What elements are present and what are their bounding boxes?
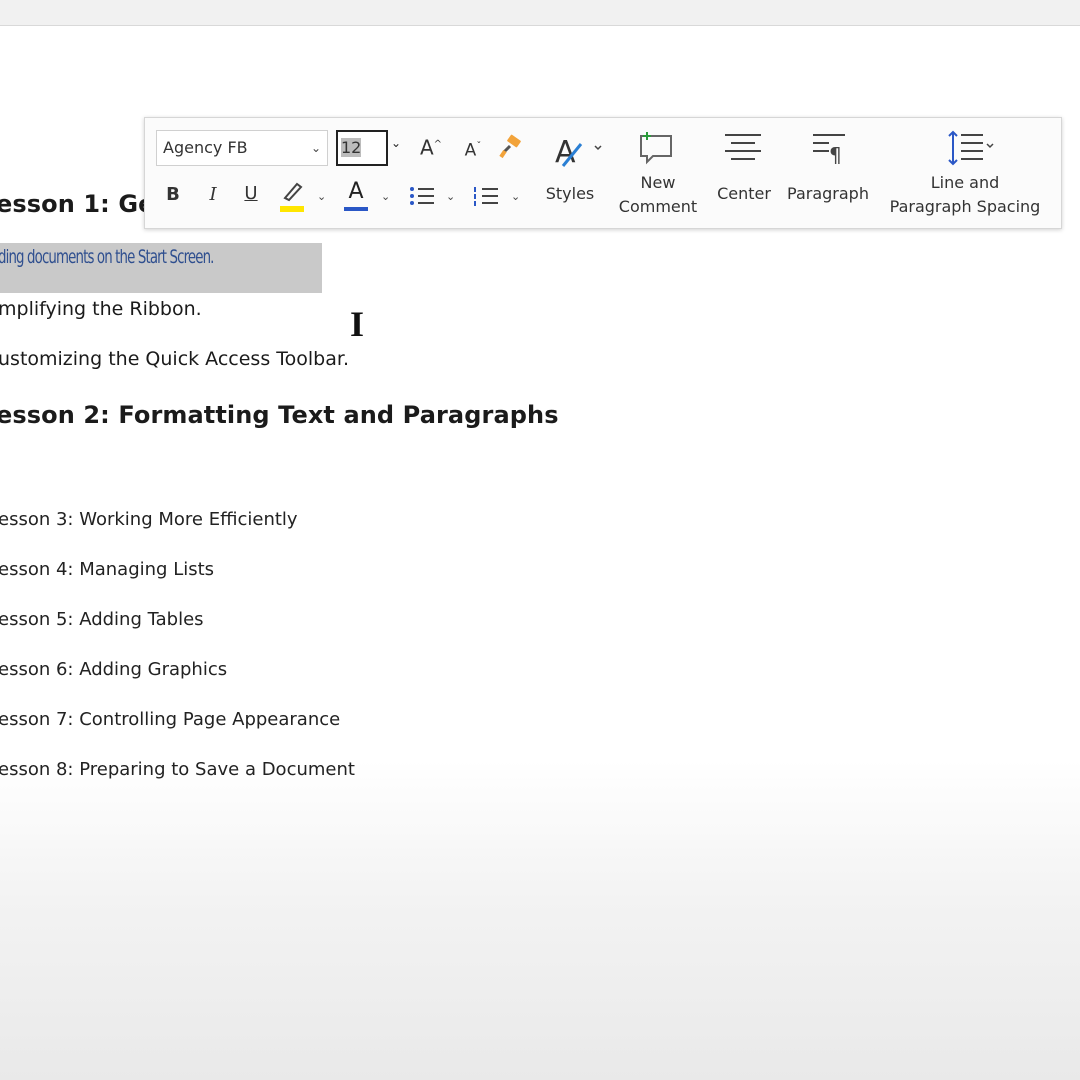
font-size-value: 12 bbox=[341, 138, 362, 157]
mini-toolbar: Agency FB ⌄ 12 ⌄ A^ Aˇ B I U ⌄ A ⌄ ⌄ ⌄ A… bbox=[144, 117, 1062, 229]
line-simplifying-ribbon[interactable]: mplifying the Ribbon. bbox=[0, 298, 202, 320]
lesson1-heading[interactable]: esson 1: Get bbox=[0, 190, 166, 218]
styles-label[interactable]: Styles bbox=[540, 182, 600, 205]
selected-text-line[interactable]: ding documents on the Start Screen. bbox=[0, 246, 214, 268]
highlight-chevron-down-icon[interactable]: ⌄ bbox=[317, 190, 326, 203]
line-customizing-qat[interactable]: ustomizing the Quick Access Toolbar. bbox=[0, 348, 349, 370]
chevron-down-icon: ⌄ bbox=[310, 141, 321, 155]
font-color-icon[interactable]: A bbox=[341, 181, 371, 203]
center-label[interactable]: Center bbox=[711, 182, 777, 205]
center-align-icon[interactable] bbox=[723, 132, 763, 167]
numbered-list-icon[interactable] bbox=[471, 184, 501, 211]
paragraph-label[interactable]: Paragraph bbox=[781, 182, 875, 205]
font-color-chevron-down-icon[interactable]: ⌄ bbox=[381, 190, 390, 203]
highlight-color-bar bbox=[280, 206, 304, 212]
lesson5-line[interactable]: esson 5: Adding Tables bbox=[0, 609, 204, 630]
grow-font-icon[interactable]: A^ bbox=[417, 135, 445, 158]
font-color-bar bbox=[344, 207, 368, 211]
font-name-dropdown[interactable]: Agency FB ⌄ bbox=[156, 130, 328, 166]
lesson2-heading[interactable]: esson 2: Formatting Text and Paragraphs bbox=[0, 401, 559, 429]
spacing-label-2[interactable]: Paragraph Spacing bbox=[879, 195, 1051, 218]
italic-button[interactable]: I bbox=[203, 185, 223, 205]
bold-button[interactable]: B bbox=[163, 185, 183, 205]
lesson6-line[interactable]: esson 6: Adding Graphics bbox=[0, 659, 227, 680]
lesson7-line[interactable]: esson 7: Controlling Page Appearance bbox=[0, 709, 340, 730]
line-spacing-icon[interactable] bbox=[945, 130, 995, 169]
bullet-chevron-down-icon[interactable]: ⌄ bbox=[446, 190, 455, 203]
font-size-chevron-down-icon[interactable]: ⌄ bbox=[391, 136, 401, 150]
bullet-list-icon[interactable] bbox=[407, 184, 437, 211]
new-comment-label-1[interactable]: New bbox=[615, 171, 701, 194]
paragraph-icon[interactable]: ¶ bbox=[809, 132, 849, 169]
svg-text:¶: ¶ bbox=[829, 143, 842, 166]
text-cursor-icon: I bbox=[350, 304, 365, 344]
lesson8-line[interactable]: esson 8: Preparing to Save a Document bbox=[0, 759, 355, 780]
underline-button[interactable]: U bbox=[241, 184, 261, 204]
font-size-input[interactable]: 12 bbox=[336, 130, 388, 166]
numbering-chevron-down-icon[interactable]: ⌄ bbox=[511, 190, 520, 203]
format-painter-icon[interactable] bbox=[497, 134, 527, 163]
shrink-font-icon[interactable]: Aˇ bbox=[459, 137, 487, 161]
font-name-value: Agency FB bbox=[163, 138, 248, 157]
lesson3-line[interactable]: esson 3: Working More Efficiently bbox=[0, 509, 298, 530]
shrink-font-glyph: A bbox=[464, 140, 477, 161]
lesson4-line[interactable]: esson 4: Managing Lists bbox=[0, 559, 214, 580]
new-comment-icon[interactable] bbox=[637, 128, 677, 168]
grow-font-glyph: A bbox=[419, 135, 434, 160]
spacing-label-1[interactable]: Line and bbox=[879, 171, 1051, 194]
new-comment-label-2[interactable]: Comment bbox=[615, 195, 701, 218]
styles-icon[interactable]: A bbox=[550, 130, 606, 170]
